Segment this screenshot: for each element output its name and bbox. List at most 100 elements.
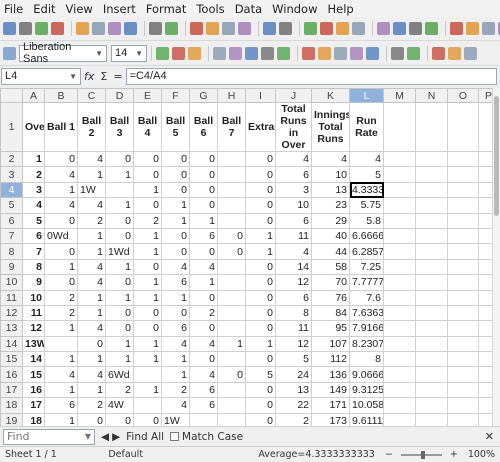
cell[interactable]: [447, 320, 479, 337]
cell[interactable]: 1: [217, 335, 246, 353]
cell[interactable]: 1: [245, 227, 276, 245]
cell[interactable]: 7.6: [349, 289, 384, 306]
menu-file[interactable]: File: [4, 2, 23, 16]
cell[interactable]: 2: [77, 212, 106, 229]
autospell-icon[interactable]: [165, 22, 178, 35]
name-box[interactable]: L4 ▼: [1, 67, 81, 85]
cell[interactable]: [415, 258, 448, 276]
cell[interactable]: [447, 274, 479, 291]
cell[interactable]: [478, 320, 492, 337]
match-case-checkbox[interactable]: Match Case: [170, 431, 243, 443]
cell[interactable]: 0: [189, 351, 218, 368]
cell[interactable]: [447, 335, 479, 353]
cell[interactable]: 1: [161, 289, 190, 306]
cell[interactable]: [415, 274, 448, 291]
column-header-e[interactable]: E: [133, 88, 162, 103]
cell[interactable]: 1: [189, 274, 218, 291]
cell[interactable]: 12: [22, 320, 45, 337]
column-title-cell[interactable]: [447, 102, 479, 152]
cell[interactable]: 0: [161, 150, 190, 168]
cell[interactable]: 2: [133, 212, 162, 229]
cell[interactable]: [478, 227, 492, 245]
column-header-n[interactable]: N: [415, 88, 448, 103]
cell[interactable]: 1: [105, 351, 134, 368]
cell[interactable]: 1: [44, 181, 78, 199]
cell[interactable]: 3: [275, 181, 312, 199]
cell[interactable]: 4: [22, 197, 45, 214]
function-wizard-button[interactable]: fx: [84, 70, 94, 83]
cell[interactable]: 0: [133, 258, 162, 276]
menu-help[interactable]: Help: [328, 2, 354, 16]
cell[interactable]: [415, 150, 448, 168]
cell[interactable]: 1: [133, 289, 162, 306]
cell[interactable]: 58: [311, 258, 350, 276]
cell[interactable]: 8: [349, 351, 384, 368]
cell[interactable]: 0: [105, 150, 134, 168]
cell[interactable]: 0: [77, 335, 106, 353]
cell[interactable]: [447, 212, 479, 229]
cell[interactable]: 0: [133, 412, 162, 426]
cell[interactable]: 70: [311, 274, 350, 291]
cell[interactable]: 2: [77, 397, 106, 414]
cell[interactable]: 0: [161, 304, 190, 322]
cell[interactable]: [447, 150, 479, 168]
cell[interactable]: 2: [189, 304, 218, 322]
row-header[interactable]: 14: [0, 335, 23, 353]
cell[interactable]: 0: [245, 397, 276, 414]
cell[interactable]: [217, 197, 246, 214]
cell[interactable]: 1: [161, 197, 190, 214]
cell[interactable]: [447, 197, 479, 214]
cell[interactable]: [105, 181, 134, 199]
column-header-f[interactable]: F: [161, 88, 190, 103]
cell[interactable]: 0: [189, 181, 218, 199]
font-size-box[interactable]: 14 ▼: [111, 44, 147, 62]
cell[interactable]: [415, 227, 448, 245]
cell[interactable]: [415, 412, 448, 426]
cell[interactable]: 9.3125: [349, 381, 384, 399]
cell[interactable]: 0: [245, 150, 276, 168]
cell[interactable]: 7: [22, 243, 45, 260]
cell[interactable]: 4: [77, 150, 106, 168]
close-icon[interactable]: ✕: [485, 430, 494, 443]
cell[interactable]: [217, 304, 246, 322]
row-header[interactable]: 3: [0, 166, 23, 183]
cell[interactable]: [478, 366, 492, 383]
cell[interactable]: 6: [22, 227, 45, 245]
edit-icon[interactable]: [76, 22, 89, 35]
cell[interactable]: [383, 381, 416, 399]
cell[interactable]: 1: [77, 351, 106, 368]
cell[interactable]: 0: [245, 181, 276, 199]
find-input[interactable]: Find ▼: [3, 428, 95, 445]
cell[interactable]: 0: [105, 212, 134, 229]
cell[interactable]: [415, 335, 448, 353]
cell[interactable]: 1: [105, 197, 134, 214]
cell[interactable]: 0: [245, 289, 276, 306]
column-title-cell[interactable]: [383, 102, 416, 152]
cell[interactable]: [383, 181, 416, 199]
select-all-corner[interactable]: [0, 88, 23, 103]
cell[interactable]: 0: [105, 304, 134, 322]
sum-button[interactable]: Σ: [100, 70, 107, 83]
cell[interactable]: 16: [22, 381, 45, 399]
column-title-cell[interactable]: Ball 4: [133, 102, 162, 152]
column-header-l[interactable]: L: [349, 88, 384, 103]
cell[interactable]: 1: [77, 243, 106, 260]
menu-format[interactable]: Format: [146, 2, 187, 16]
cell[interactable]: 0: [105, 412, 134, 426]
italic-icon[interactable]: [172, 46, 185, 60]
redo-icon[interactable]: [279, 22, 292, 35]
cell[interactable]: [478, 397, 492, 414]
column-header-c[interactable]: C: [77, 88, 106, 103]
cell[interactable]: 1: [77, 381, 106, 399]
cell[interactable]: 4: [77, 366, 106, 383]
cell[interactable]: 1: [44, 320, 78, 337]
cell[interactable]: 4.333333: [349, 181, 384, 199]
cell[interactable]: 3: [22, 181, 45, 199]
cell[interactable]: 10.05882: [349, 397, 384, 414]
cell[interactable]: 8: [275, 304, 312, 322]
cell[interactable]: 1: [77, 227, 106, 245]
cell[interactable]: 4: [275, 243, 312, 260]
cell[interactable]: [383, 304, 416, 322]
cell[interactable]: 7.777778: [349, 274, 384, 291]
cell[interactable]: [415, 181, 448, 199]
